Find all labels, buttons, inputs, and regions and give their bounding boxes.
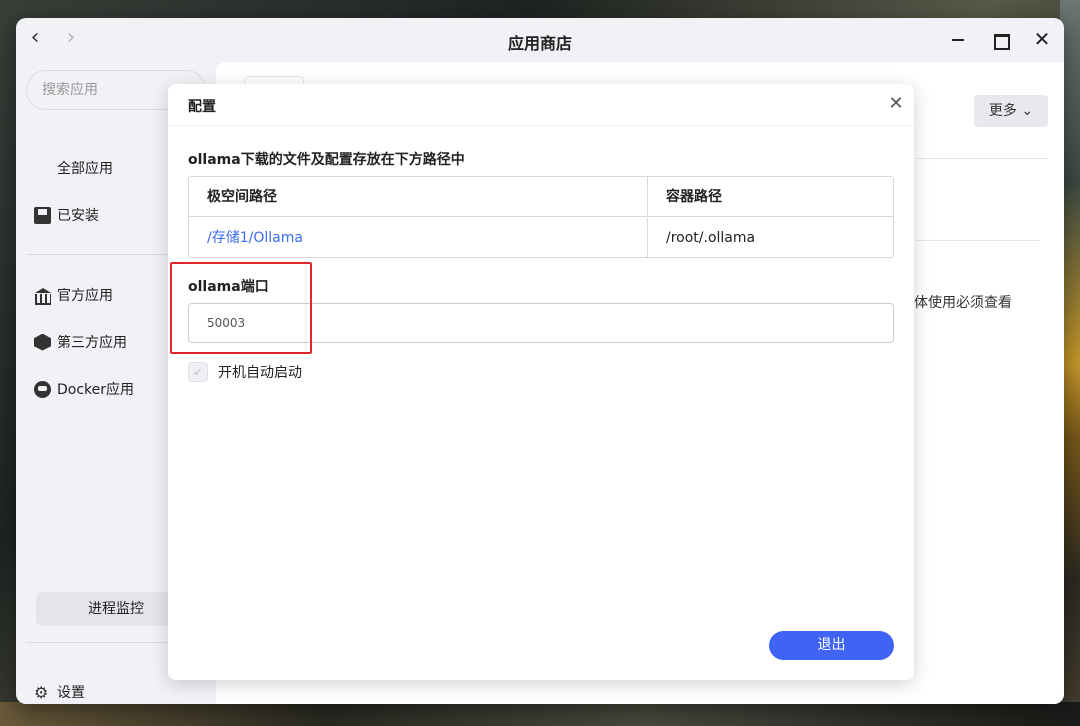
autostart-checkbox[interactable]: ✓ <box>188 362 208 382</box>
table-header-row: 极空间路径 容器路径 <box>189 177 893 217</box>
config-dialog: 配置 ✕ ollama下载的文件及配置存放在下方路径中 极空间路径 容器路径 /… <box>168 84 914 680</box>
autostart-option[interactable]: ✓ 开机自动启动 <box>188 361 302 383</box>
table-header-cell: 容器路径 <box>666 189 722 205</box>
table-row: /存储1/Ollama /root/.ollama <box>189 218 893 258</box>
table-header-cell: 极空间路径 <box>189 177 648 217</box>
path-mapping-table: 极空间路径 容器路径 /存储1/Ollama /root/.ollama <box>188 176 894 258</box>
path-section-title: ollama下载的文件及配置存放在下方路径中 <box>188 152 465 168</box>
dialog-header: 配置 ✕ <box>168 84 914 126</box>
container-path-cell: /root/.ollama <box>666 230 756 246</box>
wallpaper-edge-bottom <box>0 702 1080 726</box>
exit-button[interactable]: 退出 <box>769 631 894 660</box>
close-dialog-button[interactable]: ✕ <box>886 94 906 114</box>
annotation-highlight-box <box>170 262 312 354</box>
autostart-label: 开机自动启动 <box>218 365 302 381</box>
dialog-title: 配置 <box>188 99 216 115</box>
host-path-link[interactable]: /存储1/Ollama <box>189 218 648 258</box>
